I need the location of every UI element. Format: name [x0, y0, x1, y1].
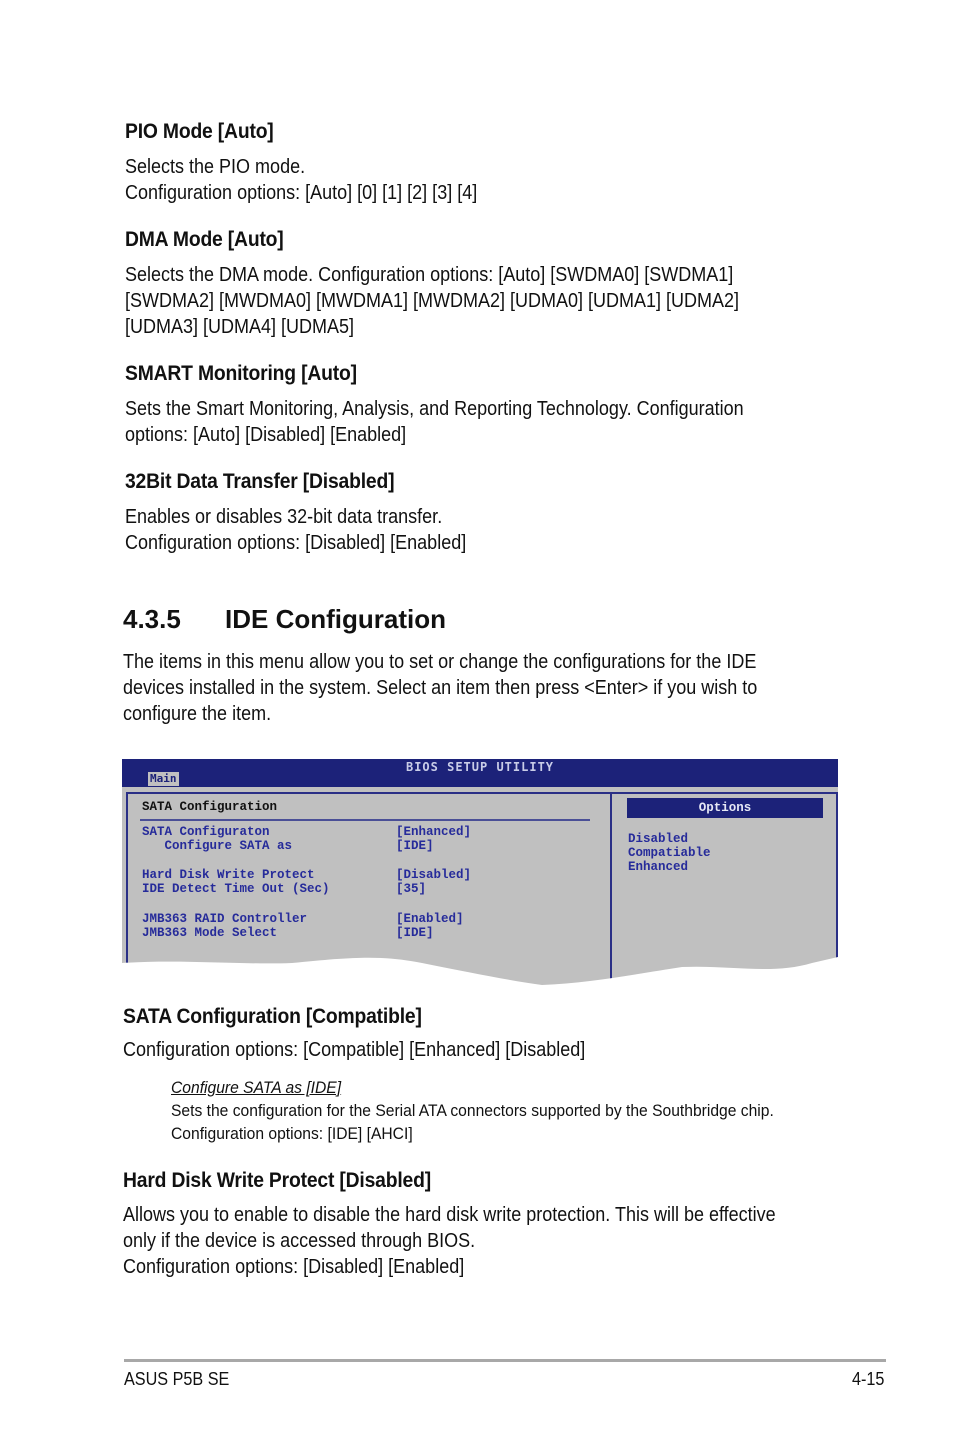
- bios-row-value[interactable]: [IDE]: [396, 839, 434, 853]
- bios-row-value[interactable]: [Enhanced]: [396, 825, 471, 839]
- bios-row-label[interactable]: SATA Configuraton: [142, 825, 270, 839]
- 32bit-transfer-text-2: Configuration options: [Disabled] [Enabl…: [125, 532, 467, 554]
- smart-monitoring-text-2: options: [Auto] [Disabled] [Enabled]: [125, 424, 407, 446]
- bios-tab-main[interactable]: Main: [148, 772, 179, 786]
- smart-monitoring-title: SMART Monitoring [Auto]: [125, 362, 357, 385]
- intro-line-3: configure the item.: [123, 703, 272, 725]
- pio-mode-title: PIO Mode [Auto]: [125, 120, 274, 143]
- bios-row-value[interactable]: [IDE]: [396, 926, 434, 940]
- bios-row-label[interactable]: IDE Detect Time Out (Sec): [142, 882, 330, 896]
- pio-mode-text-1: Selects the PIO mode.: [125, 156, 306, 178]
- dma-mode-text-3: [UDMA3] [UDMA4] [UDMA5]: [125, 316, 355, 338]
- smart-monitoring-text-1: Sets the Smart Monitoring, Analysis, and…: [125, 398, 744, 420]
- configure-sata-subtitle: Configure SATA as [IDE]: [171, 1078, 342, 1097]
- intro-line-1: The items in this menu allow you to set …: [123, 651, 757, 673]
- footer-product: ASUS P5B SE: [124, 1369, 230, 1389]
- footer-page-number: 4-15: [852, 1369, 885, 1389]
- hdwp-text-3: Configuration options: [Disabled] [Enabl…: [123, 1256, 465, 1278]
- bios-title-bar: BIOS SETUP UTILITY Main: [122, 759, 838, 787]
- option-item[interactable]: Enhanced: [628, 860, 688, 874]
- bios-divider: [140, 819, 590, 821]
- bios-row-label[interactable]: JMB363 RAID Controller: [142, 912, 307, 926]
- footer-rule: [124, 1359, 886, 1362]
- torn-edge: [122, 957, 838, 991]
- bios-screenshot: BIOS SETUP UTILITY Main SATA Configurati…: [122, 759, 838, 991]
- hdwp-title: Hard Disk Write Protect [Disabled]: [123, 1169, 431, 1192]
- options-header: Options: [627, 798, 823, 818]
- bios-row-value[interactable]: [35]: [396, 882, 426, 896]
- bios-panel-title: SATA Configuration: [142, 800, 278, 814]
- section-title: IDE Configuration: [225, 604, 446, 634]
- bios-row-label[interactable]: JMB363 Mode Select: [142, 926, 277, 940]
- bios-row-value[interactable]: [Enabled]: [396, 912, 464, 926]
- 32bit-transfer-text-1: Enables or disables 32-bit data transfer…: [125, 506, 443, 528]
- dma-mode-text-1: Selects the DMA mode. Configuration opti…: [125, 264, 734, 286]
- bios-title: BIOS SETUP UTILITY: [405, 760, 555, 774]
- bios-row-label[interactable]: Configure SATA as: [142, 839, 293, 853]
- bios-row-label[interactable]: Hard Disk Write Protect: [142, 868, 315, 882]
- dma-mode-title: DMA Mode [Auto]: [125, 228, 284, 251]
- intro-line-2: devices installed in the system. Select …: [123, 677, 758, 699]
- configure-sata-text-2: Configuration options: [IDE] [AHCI]: [171, 1124, 413, 1143]
- bios-row-value[interactable]: [Disabled]: [396, 868, 471, 882]
- sata-config-title: SATA Configuration [Compatible]: [123, 1005, 422, 1028]
- hdwp-text-1: Allows you to enable to disable the hard…: [123, 1204, 776, 1226]
- section-number: 4.3.5: [123, 604, 181, 634]
- option-item[interactable]: Compatiable: [628, 846, 711, 860]
- option-item[interactable]: Disabled: [628, 832, 688, 846]
- configure-sata-text-1: Sets the configuration for the Serial AT…: [171, 1101, 774, 1120]
- sata-config-text: Configuration options: [Compatible] [Enh…: [123, 1039, 586, 1061]
- hdwp-text-2: only if the device is accessed through B…: [123, 1230, 476, 1252]
- pio-mode-text-2: Configuration options: [Auto] [0] [1] [2…: [125, 182, 478, 204]
- dma-mode-text-2: [SWDMA2] [MWDMA0] [MWDMA1] [MWDMA2] [UDM…: [125, 290, 740, 312]
- 32bit-transfer-title: 32Bit Data Transfer [Disabled]: [125, 470, 395, 493]
